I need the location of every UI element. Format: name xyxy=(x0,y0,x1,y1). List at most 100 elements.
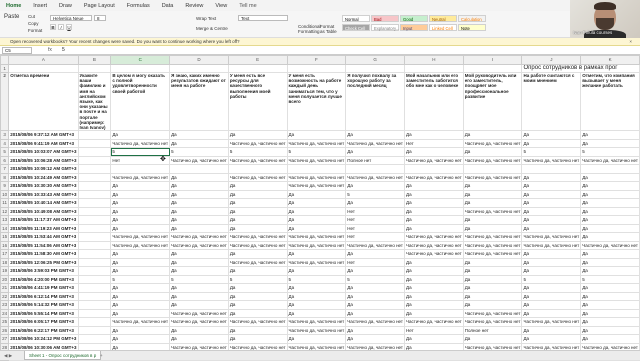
cell[interactable]: Да xyxy=(169,300,229,310)
cell[interactable]: Да xyxy=(169,189,229,200)
cell[interactable]: Да xyxy=(345,249,406,259)
column-title-cell[interactable]: У меня есть возможность на работе каждый… xyxy=(286,71,347,132)
cell[interactable]: Частично да, частично нет xyxy=(404,232,464,242)
survey-title-cell[interactable]: Опрос сотрудников в рамках прог xyxy=(521,63,640,73)
cell[interactable]: Да xyxy=(110,189,171,200)
cell[interactable]: Да xyxy=(521,206,582,217)
cell[interactable]: Частично да, частично нет xyxy=(521,232,582,242)
cell[interactable]: Нет xyxy=(404,138,464,149)
cell[interactable]: Да xyxy=(286,266,347,276)
cell[interactable]: Да xyxy=(110,206,171,217)
row-header[interactable]: 25 xyxy=(0,317,10,327)
cell[interactable]: Частично да, частично нет xyxy=(169,317,229,327)
row-header[interactable]: 22 xyxy=(0,291,10,302)
cell[interactable] xyxy=(77,215,112,225)
cell[interactable] xyxy=(462,164,523,174)
cell[interactable]: Да xyxy=(286,283,347,293)
cell[interactable]: Частично да, частично нет xyxy=(227,240,288,251)
cell[interactable]: Да xyxy=(580,206,640,217)
cell[interactable]: Частично да, частично нет xyxy=(404,249,464,259)
cell[interactable]: Да xyxy=(580,215,640,225)
cell[interactable]: Да xyxy=(462,334,523,344)
cut-button[interactable]: Cut xyxy=(28,14,35,19)
cell[interactable]: Частично да, частично нет xyxy=(227,257,288,268)
cell[interactable] xyxy=(227,164,288,174)
cell[interactable]: Да xyxy=(580,138,640,149)
bold-button[interactable]: B xyxy=(50,24,56,30)
cell[interactable]: Да xyxy=(580,266,640,276)
add-sheet-button[interactable]: + xyxy=(100,351,103,360)
timestamp-cell[interactable]: 2015/08/06 4:41:19 PM GMT+3 xyxy=(8,283,79,293)
cell[interactable]: Нет xyxy=(345,215,406,225)
cell[interactable] xyxy=(77,240,112,251)
cell[interactable]: Да xyxy=(521,130,582,140)
ribbon-tab-insert[interactable]: Insert xyxy=(27,3,53,9)
row-header[interactable]: 16 xyxy=(0,240,10,251)
cell[interactable]: Частично да, частично нет xyxy=(580,240,640,251)
cell[interactable]: 5 xyxy=(169,147,229,157)
cell[interactable]: Да xyxy=(110,325,171,336)
cell[interactable]: Да xyxy=(462,181,523,191)
timestamp-cell[interactable]: 2015/08/05 10:09:12 AM GMT+3 xyxy=(8,164,79,174)
row-header[interactable]: 21 xyxy=(0,283,10,293)
cell[interactable]: Частично да, частично нет xyxy=(462,155,523,166)
column-title-cell[interactable]: Мой руководитель или его заместитель, по… xyxy=(462,71,523,132)
cell[interactable]: Да xyxy=(462,189,523,200)
cell[interactable]: Да xyxy=(286,291,347,302)
cell[interactable]: Частично да, частично нет xyxy=(110,240,171,251)
cell[interactable]: Да xyxy=(345,266,406,276)
cell[interactable]: Да xyxy=(580,291,640,302)
cell[interactable]: Да xyxy=(227,300,288,310)
row-header[interactable]: 19 xyxy=(0,266,10,276)
cell[interactable]: Да xyxy=(521,308,582,319)
cell[interactable]: Да xyxy=(345,291,406,302)
close-icon[interactable]: × xyxy=(629,38,632,46)
cell[interactable]: Да xyxy=(521,215,582,225)
timestamp-cell[interactable]: 2015/08/06 6:12:14 PM GMT+3 xyxy=(8,291,79,302)
cell[interactable]: Да xyxy=(580,334,640,344)
ribbon-tab-review[interactable]: Review xyxy=(179,3,209,9)
column-title-cell[interactable]: Я получил похвалу за хорошую работу за п… xyxy=(345,71,406,132)
row-header[interactable]: 24 xyxy=(0,308,10,319)
cell[interactable]: Частично да, частично нет xyxy=(169,232,229,242)
cell[interactable]: 5 xyxy=(521,147,582,157)
cell[interactable]: Да xyxy=(580,283,640,293)
cell[interactable]: Полное нет xyxy=(345,155,406,166)
cell[interactable]: Нет xyxy=(345,223,406,234)
cell[interactable]: Да xyxy=(227,130,288,140)
cell[interactable]: Частично да, частично нет xyxy=(286,232,347,242)
row-header[interactable]: 17 xyxy=(0,249,10,259)
format-as-table-button[interactable]: Format as Table xyxy=(320,24,338,34)
ribbon-tab-formulas[interactable]: Formulas xyxy=(121,3,156,9)
row-header[interactable]: 6 xyxy=(0,155,10,166)
cell[interactable] xyxy=(77,308,112,319)
cell[interactable]: Да xyxy=(110,266,171,276)
timestamp-cell[interactable]: 2015/08/05 11:54:06 AM GMT+3 xyxy=(8,240,79,251)
cell[interactable]: Частично да, частично нет xyxy=(286,172,347,183)
column-title-cell[interactable]: Укажите ваши фамилию и имя на английском… xyxy=(77,71,112,132)
cell[interactable] xyxy=(286,164,347,174)
timestamp-cell[interactable]: 2015/08/05 10:06:28 AM GMT+3 xyxy=(8,155,79,166)
cell[interactable]: 5 xyxy=(345,274,406,285)
cell[interactable] xyxy=(521,164,582,174)
cell[interactable]: Да xyxy=(345,334,406,344)
cell[interactable]: Да xyxy=(580,223,640,234)
cell[interactable]: Да xyxy=(110,257,171,268)
cell[interactable] xyxy=(77,325,112,336)
row-header[interactable]: 7 xyxy=(0,164,10,174)
cell[interactable]: Да xyxy=(345,147,406,157)
cell[interactable]: Да xyxy=(286,249,347,259)
cell[interactable]: Да xyxy=(462,283,523,293)
cell[interactable] xyxy=(345,164,406,174)
row-header[interactable]: 4 xyxy=(0,138,10,149)
cell-style-explanatory[interactable]: Explanatory... xyxy=(371,24,399,31)
column-header-a[interactable]: A xyxy=(8,55,79,65)
timestamp-cell[interactable]: 2015/08/06 6:05:17 PM GMT+3 xyxy=(8,317,79,327)
ribbon-tab-home[interactable]: Home xyxy=(0,3,27,9)
cell[interactable]: Нет xyxy=(345,232,406,242)
cell[interactable]: Да xyxy=(169,223,229,234)
timestamp-cell[interactable]: 2015/08/06 5:14:32 PM GMT+3 xyxy=(8,300,79,310)
column-title-cell[interactable]: В целом я могу оказать с полной удовлетв… xyxy=(110,71,171,132)
cell[interactable]: Да xyxy=(286,300,347,310)
cell[interactable] xyxy=(77,181,112,191)
